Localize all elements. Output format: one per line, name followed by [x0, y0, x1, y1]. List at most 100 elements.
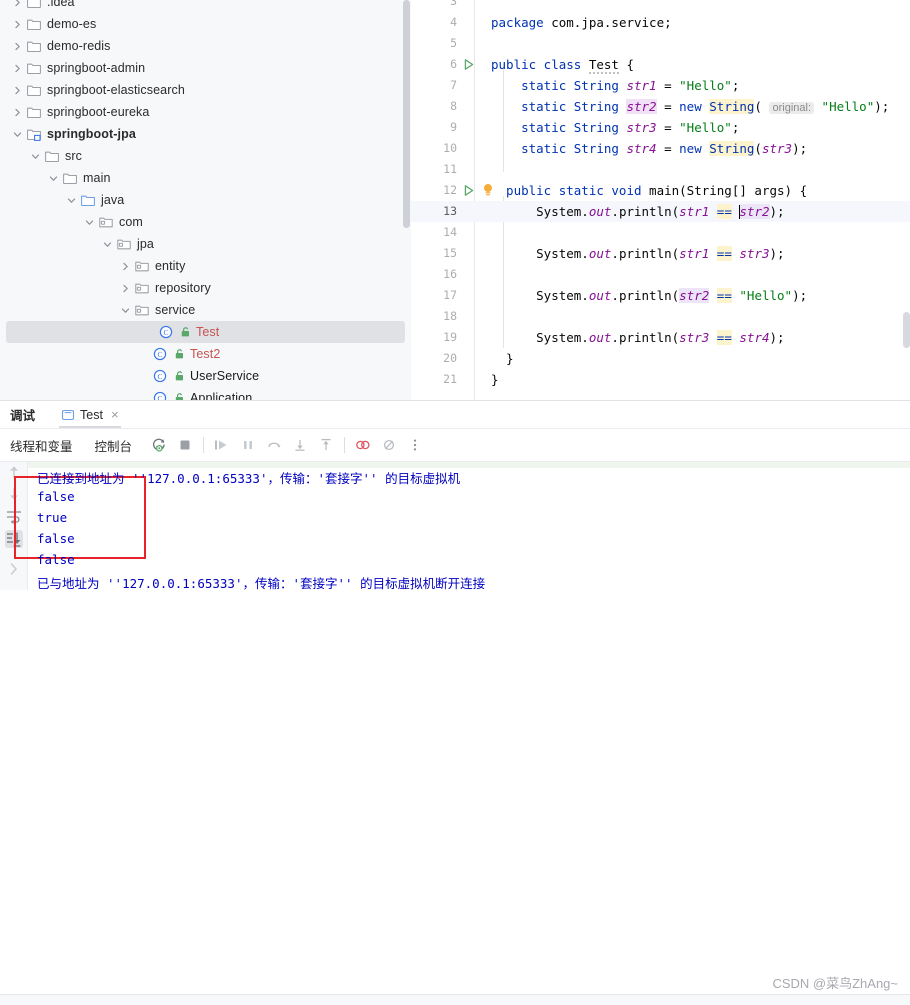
- chevron-down-icon[interactable]: [48, 173, 59, 184]
- editor-scroll-thumb[interactable]: [903, 312, 910, 348]
- tree-item-java[interactable]: java: [0, 189, 411, 211]
- run-gutter-icon[interactable]: [463, 184, 475, 197]
- chevron-down-icon[interactable]: [12, 129, 23, 140]
- resume-program-icon[interactable]: [209, 432, 235, 458]
- stop-icon[interactable]: [172, 432, 198, 458]
- code-line[interactable]: static String str2 = new String( origina…: [491, 96, 889, 119]
- line-number[interactable]: 17: [411, 285, 457, 306]
- tree-item-jpa[interactable]: jpa: [0, 233, 411, 255]
- step-into-icon[interactable]: [287, 432, 313, 458]
- code-line[interactable]: System.out.println(str2 == "Hello");: [491, 285, 807, 306]
- code-line[interactable]: static String str4 = new String(str3);: [491, 138, 807, 159]
- tree-item-springboot-jpa[interactable]: springboot-jpa: [0, 123, 411, 145]
- code-line[interactable]: System.out.println(str1 == str3);: [491, 243, 785, 264]
- expand-icon[interactable]: [5, 560, 23, 578]
- close-icon[interactable]: ×: [111, 408, 119, 421]
- console-output[interactable]: 已连接到地址为 ''127.0.0.1:65333'，传输：'套接字'' 的目标…: [0, 462, 910, 590]
- project-tree-panel[interactable]: .idea demo-es demo-redis springboot-admin sp…: [0, 0, 411, 400]
- line-number[interactable]: 9: [411, 117, 457, 138]
- code-line[interactable]: static String str1 = "Hello";: [491, 75, 739, 96]
- chevron-right-icon[interactable]: [12, 107, 23, 118]
- line-number[interactable]: 4: [411, 12, 457, 33]
- line-number[interactable]: 21: [411, 369, 457, 390]
- line-number[interactable]: 3: [411, 0, 457, 12]
- code-token: static String: [491, 78, 627, 93]
- code-line[interactable]: }: [491, 369, 499, 390]
- tree-item-repository[interactable]: repository: [0, 277, 411, 299]
- tree-item-application[interactable]: C Application: [0, 387, 411, 400]
- run-gutter-icon[interactable]: [463, 58, 475, 71]
- tree-item-label: src: [65, 149, 82, 163]
- tree-item-test2[interactable]: C Test2: [0, 343, 411, 365]
- code-line[interactable]: System.out.println(str3 == str4);: [491, 327, 785, 348]
- chevron-down-icon[interactable]: [30, 151, 41, 162]
- line-number[interactable]: 18: [411, 306, 457, 327]
- debug-tab-label: Test: [80, 407, 103, 422]
- tree-item-demo-es[interactable]: demo-es: [0, 13, 411, 35]
- code-line[interactable]: System.out.println(str1 == str2);: [491, 201, 785, 222]
- tree-item-entity[interactable]: entity: [0, 255, 411, 277]
- chevron-down-icon[interactable]: [102, 239, 113, 250]
- line-number[interactable]: 15: [411, 243, 457, 264]
- code-line[interactable]: static String str3 = "Hello";: [491, 117, 739, 138]
- tree-item-userservice[interactable]: C UserService: [0, 365, 411, 387]
- console-output-line: false: [37, 552, 75, 567]
- tree-item-demo-redis[interactable]: demo-redis: [0, 35, 411, 57]
- tree-item-label: Test2: [190, 347, 221, 361]
- chevron-right-icon[interactable]: [12, 19, 23, 30]
- step-out-icon[interactable]: [313, 432, 339, 458]
- tab-threads-and-variables[interactable]: 线程和变量: [10, 436, 73, 455]
- tree-item-springboot-eureka[interactable]: springboot-eureka: [0, 101, 411, 123]
- chevron-right-icon[interactable]: [120, 261, 131, 272]
- line-number[interactable]: 10: [411, 138, 457, 159]
- line-number[interactable]: 19: [411, 327, 457, 348]
- code-line[interactable]: public static void main(String[] args) {: [491, 180, 807, 201]
- chevron-down-icon[interactable]: [120, 305, 131, 316]
- line-number[interactable]: 5: [411, 33, 457, 54]
- code-token: }: [491, 351, 514, 366]
- code-editor[interactable]: 3 4 package com.jpa.service; 5 6 public class…: [411, 0, 910, 400]
- line-number[interactable]: 13: [411, 201, 457, 222]
- code-line[interactable]: }: [491, 348, 514, 369]
- tree-item-springboot-admin[interactable]: springboot-admin: [0, 57, 411, 79]
- chevron-right-icon[interactable]: [12, 63, 23, 74]
- tree-item-main[interactable]: main: [0, 167, 411, 189]
- more-options-icon[interactable]: [402, 432, 428, 458]
- step-over-icon[interactable]: [261, 432, 287, 458]
- tree-item-label: Application: [190, 391, 253, 400]
- code-token: (: [754, 141, 762, 156]
- line-number[interactable]: 20: [411, 348, 457, 369]
- tree-item-springboot-elasticsearch[interactable]: springboot-elasticsearch: [0, 79, 411, 101]
- chevron-right-icon[interactable]: [12, 85, 23, 96]
- code-token: .println(: [611, 288, 680, 303]
- chevron-down-icon[interactable]: [66, 195, 77, 206]
- tree-item-service[interactable]: service: [0, 299, 411, 321]
- tree-item-src[interactable]: src: [0, 145, 411, 167]
- tree-item-idea[interactable]: .idea: [0, 0, 411, 13]
- chevron-right-icon[interactable]: [120, 283, 131, 294]
- chevron-right-icon[interactable]: [12, 0, 23, 8]
- line-number[interactable]: 16: [411, 264, 457, 285]
- line-number[interactable]: 12: [411, 180, 457, 201]
- chevron-right-icon[interactable]: [12, 41, 23, 52]
- tree-item-com[interactable]: com: [0, 211, 411, 233]
- line-number[interactable]: 14: [411, 222, 457, 243]
- line-number[interactable]: 8: [411, 96, 457, 117]
- line-number[interactable]: 11: [411, 159, 457, 180]
- code-line[interactable]: public class Test {: [491, 54, 634, 75]
- pause-program-icon[interactable]: [235, 432, 261, 458]
- code-token: str3: [626, 120, 657, 135]
- tree-item-test[interactable]: C Test: [6, 321, 405, 343]
- line-number[interactable]: 6: [411, 54, 457, 75]
- chevron-down-icon[interactable]: [84, 217, 95, 228]
- code-line[interactable]: package com.jpa.service;: [491, 12, 672, 33]
- rerun-debug-icon[interactable]: [146, 432, 172, 458]
- tab-console[interactable]: 控制台: [92, 436, 135, 464]
- code-token: static String: [491, 99, 627, 114]
- debug-session-tab-test[interactable]: Test ×: [57, 401, 123, 428]
- line-number[interactable]: 7: [411, 75, 457, 96]
- mute-breakpoints-icon[interactable]: [376, 432, 402, 458]
- view-breakpoints-icon[interactable]: [350, 432, 376, 458]
